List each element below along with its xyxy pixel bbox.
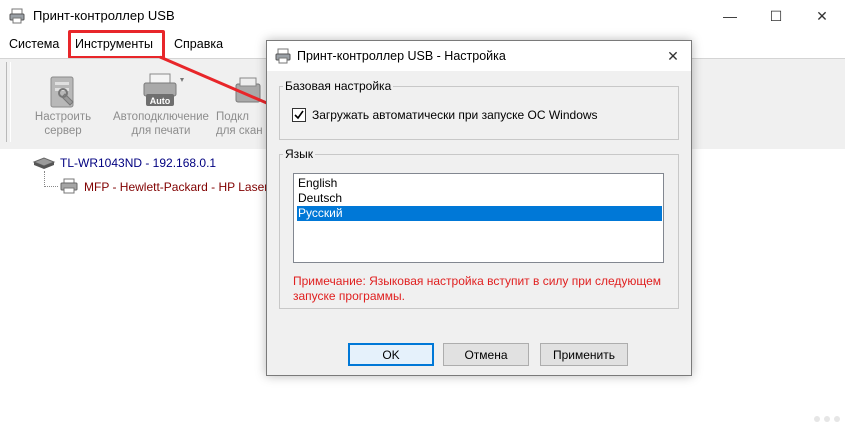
printer-icon: [60, 178, 78, 194]
language-note: Примечание: Языковая настройка вступит в…: [293, 274, 662, 303]
server-settings-icon: [50, 76, 74, 108]
dialog-printer-icon: [275, 48, 291, 64]
auto-printer-icon: Auto: [143, 73, 184, 106]
minimize-icon: —: [723, 8, 737, 24]
menu-item-help[interactable]: Справка: [174, 37, 223, 51]
language-legend: Язык: [283, 147, 316, 161]
minimize-button[interactable]: —: [707, 0, 753, 32]
menu-annotation-highlight: [68, 30, 165, 59]
toolbar-grip[interactable]: [6, 62, 11, 142]
svg-text:Auto: Auto: [150, 96, 171, 106]
configure-server-button[interactable]: Настроить сервер: [22, 64, 104, 144]
scanner-connect-button[interactable]: Подкл для скан: [212, 64, 272, 144]
ok-button[interactable]: OK: [348, 343, 434, 366]
tree-connector-h: [44, 186, 58, 188]
dialog-title: Принт-контроллер USB - Настройка: [297, 49, 506, 63]
menu-item-system[interactable]: Система: [9, 37, 59, 51]
checkmark-icon: [294, 110, 304, 120]
cancel-button[interactable]: Отмена: [443, 343, 529, 366]
autostart-label[interactable]: Загружать автоматически при запуске ОС W…: [312, 108, 598, 122]
tree-device-item[interactable]: TL-WR1043ND - 192.168.0.1: [60, 156, 216, 170]
language-listbox[interactable]: English Deutsch Русский: [293, 173, 664, 263]
auto-connect-print-button[interactable]: Auto Автоподключение для печати: [108, 64, 214, 144]
language-option-english[interactable]: English: [297, 176, 662, 191]
language-option-deutsch[interactable]: Deutsch: [297, 191, 662, 206]
basic-settings-legend: Базовая настройка: [283, 79, 394, 93]
scanner-connect-icon: [235, 77, 261, 103]
autostart-checkbox[interactable]: [292, 108, 306, 122]
maximize-button[interactable]: ☐: [753, 0, 799, 32]
dialog-title-bar[interactable]: Принт-контроллер USB - Настройка ✕: [267, 41, 691, 71]
auto-connect-print-label: Автоподключение для печати: [113, 111, 209, 137]
apply-button[interactable]: Применить: [540, 343, 628, 366]
configure-server-label: Настроить сервер: [34, 111, 92, 137]
close-icon: ✕: [816, 7, 828, 24]
watermark-dots-icon: [814, 416, 840, 422]
main-window-title: Принт-контроллер USB: [33, 8, 175, 23]
main-title-bar[interactable]: Принт-контроллер USB — ☐ ✕: [0, 0, 845, 32]
tree-connector: [44, 171, 46, 187]
settings-dialog: Принт-контроллер USB - Настройка ✕ Базов…: [266, 40, 692, 376]
dialog-close-button[interactable]: ✕: [655, 41, 691, 71]
tree-printer-item[interactable]: MFP - Hewlett-Packard - HP Laser: [84, 180, 268, 194]
router-icon: [32, 157, 56, 169]
close-button[interactable]: ✕: [799, 0, 845, 32]
language-option-russian[interactable]: Русский: [297, 206, 662, 221]
app-printer-icon: [9, 8, 25, 24]
close-icon: ✕: [667, 47, 679, 64]
maximize-icon: ☐: [769, 7, 783, 24]
